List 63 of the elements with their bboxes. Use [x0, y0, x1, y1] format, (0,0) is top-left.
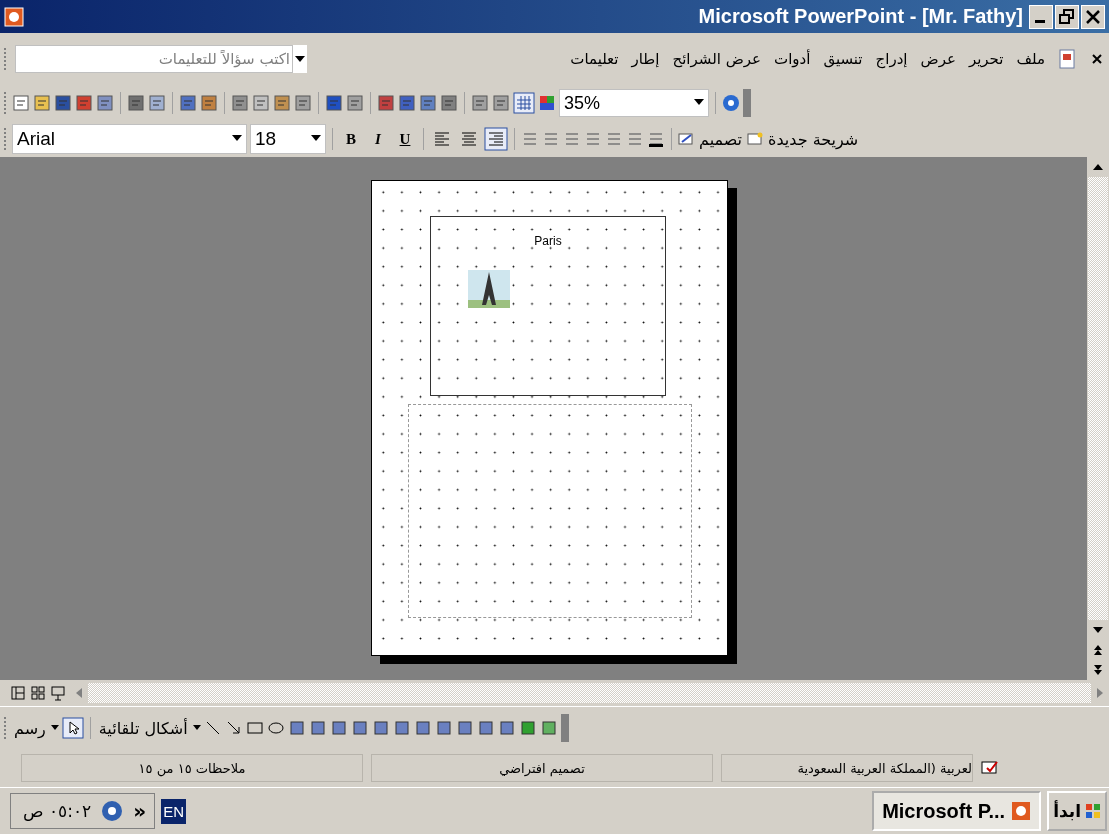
restore-button[interactable] [1055, 4, 1079, 29]
menu-item[interactable]: تعليمات [570, 50, 619, 68]
menu-item[interactable]: تحرير [968, 50, 1004, 68]
help-search-field[interactable]: اكتب سؤالاً للتعليمات [15, 45, 293, 73]
underline-button[interactable]: U [393, 127, 417, 151]
language-button[interactable]: EN [161, 798, 186, 824]
new-slide-button[interactable]: شريحة جديدة [766, 129, 861, 149]
menu-item[interactable]: تنسيق [823, 50, 863, 68]
toolbar-grip[interactable] [4, 717, 9, 739]
show-hidden-icons-button[interactable]: » [133, 799, 147, 823]
tower-picture [467, 267, 511, 311]
italic-button[interactable]: I [366, 127, 390, 151]
dropdown-caret-icon [50, 725, 59, 731]
taskbar-button[interactable]: Microsoft P... [872, 791, 1042, 831]
select-pointer-icon[interactable] [61, 717, 84, 739]
app-icon [1011, 801, 1032, 821]
dropdown-caret-icon [232, 135, 242, 143]
menu-item[interactable]: ملف [1016, 50, 1045, 68]
notes-page-count: ملاحظات ١٥ من ١٥ [21, 754, 363, 782]
font-size-dropdown[interactable]: 18 [250, 124, 326, 154]
new-document-icon[interactable] [12, 94, 30, 112]
toolbar-grip[interactable] [4, 92, 9, 114]
normal-view-icon[interactable] [10, 685, 26, 701]
app-icon [4, 6, 24, 27]
dropdown-caret-icon[interactable] [293, 45, 307, 73]
new-slide-icon [747, 132, 764, 146]
toolbar-grip[interactable] [4, 128, 9, 150]
toolbar-options-button[interactable] [560, 714, 569, 742]
windows-logo-icon [1085, 803, 1101, 819]
dropdown-caret-icon [311, 135, 321, 143]
grid-button[interactable] [513, 92, 535, 114]
close-button[interactable] [1081, 4, 1105, 29]
design-template-name: تصميم افتراضي [371, 754, 713, 782]
bold-button[interactable]: B [339, 127, 363, 151]
rectangle-icon[interactable] [245, 719, 264, 737]
align-button[interactable] [484, 127, 508, 151]
start-button[interactable]: ابدأ [1047, 791, 1107, 831]
font-dropdown[interactable]: Arial [12, 124, 247, 154]
menu-item[interactable]: إدراج [875, 50, 908, 68]
close-icon[interactable] [1091, 53, 1103, 65]
toolbar-grip[interactable] [4, 48, 9, 70]
slide-sorter-icon[interactable] [30, 685, 46, 701]
color-squares-icon[interactable] [538, 94, 556, 112]
help-icon[interactable] [722, 94, 740, 112]
slide-show-icon[interactable] [50, 685, 66, 701]
slide-title: Paris [533, 234, 563, 248]
menu-item[interactable]: عرض الشرائح [672, 50, 762, 68]
language-indicator: لعربية (المملكة العربية السعودية [721, 754, 973, 782]
spelling-status-icon [981, 760, 999, 776]
design-button[interactable]: تصميم [697, 129, 745, 149]
autoshapes-menu-button[interactable]: أشكال تلقائية [96, 718, 190, 738]
dropdown-caret-icon [192, 725, 201, 731]
oval-icon[interactable] [266, 719, 285, 737]
menu-item[interactable]: عرض [920, 50, 956, 68]
draw-menu-button[interactable]: رسم [12, 718, 48, 738]
menu-item[interactable]: إطار [631, 50, 660, 68]
minimize-button[interactable] [1029, 4, 1053, 29]
window-title: Microsoft PowerPoint - [Mr. Fathy] [697, 5, 1023, 28]
dropdown-caret-icon [694, 99, 704, 107]
clock: ٠٥:٠٢ ص [23, 801, 92, 821]
menu-item[interactable]: أدوات [774, 50, 811, 68]
design-icon [678, 132, 694, 146]
zoom-dropdown[interactable]: 35% [559, 89, 709, 117]
